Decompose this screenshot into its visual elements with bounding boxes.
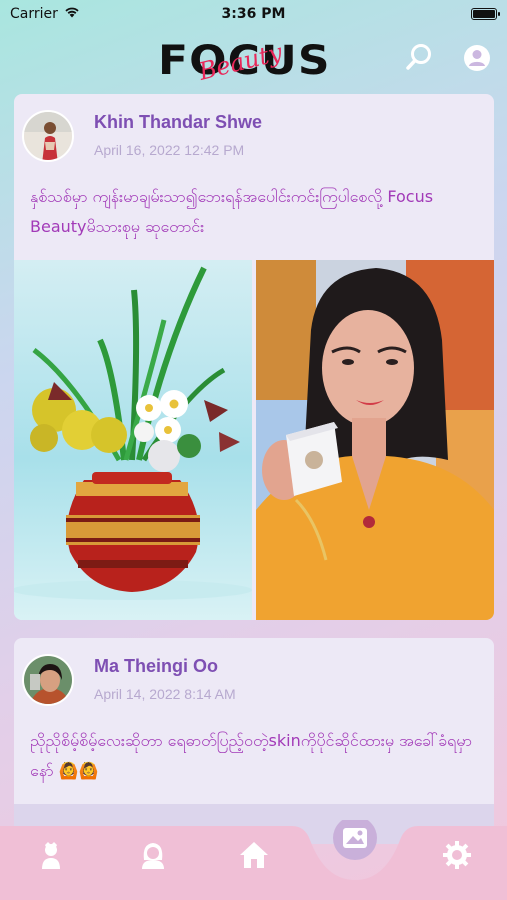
post-date: April 16, 2022 12:42 PM: [94, 142, 245, 158]
gallery-icon: [341, 828, 369, 856]
home-icon: [239, 842, 269, 874]
post-feed[interactable]: Khin Thandar Shwe April 16, 2022 12:42 P…: [14, 94, 494, 862]
status-time: 3:36 PM: [221, 6, 286, 22]
profile-icon[interactable]: [463, 44, 491, 72]
tab-settings[interactable]: [442, 840, 472, 870]
post-gallery: [14, 260, 494, 620]
post-date: April 14, 2022 8:14 AM: [94, 686, 236, 702]
post-card[interactable]: Khin Thandar Shwe April 16, 2022 12:42 P…: [14, 94, 494, 620]
beauty-contest-icon: [36, 842, 66, 874]
avatar[interactable]: [22, 654, 74, 706]
post-author[interactable]: Khin Thandar Shwe: [94, 112, 262, 133]
bottom-tab-bar: [0, 820, 507, 900]
post-header: Khin Thandar Shwe April 16, 2022 12:42 P…: [14, 94, 494, 168]
post-header: Ma Theingi Oo April 14, 2022 8:14 AM: [14, 638, 494, 712]
post-card[interactable]: Ma Theingi Oo April 14, 2022 8:14 AM ညို…: [14, 638, 494, 844]
gear-icon: [442, 841, 472, 874]
status-bar: Carrier 3:36 PM: [0, 0, 507, 28]
battery-icon: [471, 8, 500, 20]
tab-gallery[interactable]: [341, 824, 371, 854]
post-image-flower-vase[interactable]: [14, 260, 252, 620]
post-image-woman-with-product[interactable]: [256, 260, 494, 620]
post-text: နှစ်သစ်မှာ ကျန်းမာချမ်းသာ၍ဘေးရန်အပေါင်းက…: [30, 187, 434, 236]
avatar[interactable]: [22, 110, 74, 162]
focus-beauty-logo: FOCUS Beauty: [158, 36, 352, 88]
post-author[interactable]: Ma Theingi Oo: [94, 656, 236, 677]
tab-stylist[interactable]: [138, 840, 168, 870]
post-text: ညိုညိုစိမ့်စိမ့်လေးဆိုတာ ရေဓာတ်ပြည့်ဝတဲ့…: [30, 731, 472, 780]
tab-home[interactable]: [239, 840, 269, 870]
tab-contest[interactable]: [36, 840, 66, 870]
app-header: FOCUS Beauty: [0, 28, 507, 90]
stylist-icon: [138, 843, 168, 874]
search-icon[interactable]: [404, 42, 434, 72]
